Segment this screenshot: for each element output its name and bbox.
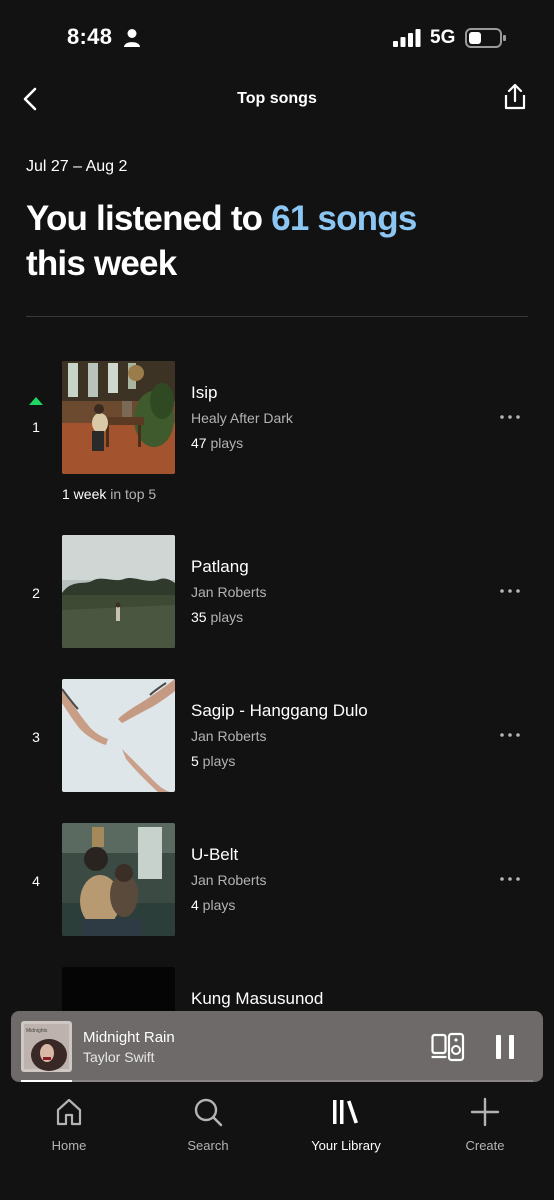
song-plays: 47 plays: [191, 435, 243, 451]
headline-prefix: You listened to: [26, 199, 272, 238]
train-couple-photo: [62, 823, 175, 936]
now-playing-title: Midnight Rain: [83, 1029, 175, 1046]
song-row[interactable]: 2 Patlang Jan Roberts 35 plays: [0, 535, 554, 651]
now-playing-bar[interactable]: Midnights Midnight Rain Taylor Swift: [11, 1011, 543, 1082]
song-rank: 3: [32, 729, 40, 745]
nav-home[interactable]: Home: [14, 1096, 124, 1170]
song-title: U-Belt: [191, 845, 239, 864]
weeks-count: 1 week: [62, 486, 107, 502]
song-artist: Jan Roberts: [191, 872, 267, 888]
status-time: 8:48: [67, 24, 113, 49]
plus-icon: [470, 1097, 500, 1127]
more-options-icon[interactable]: [498, 585, 522, 597]
play-count: 47: [191, 435, 207, 451]
song-plays: 35 plays: [191, 609, 243, 625]
share-button[interactable]: [502, 82, 528, 112]
grass-field-photo: [62, 535, 175, 648]
search-icon: [194, 1098, 223, 1127]
page-title: Top songs: [237, 90, 317, 107]
song-plays: 4 plays: [191, 897, 235, 913]
song-rank: 2: [32, 585, 40, 601]
person-icon: [124, 29, 140, 47]
nav-label: Home: [51, 1138, 87, 1153]
nav-label: Search: [187, 1138, 229, 1153]
plays-label: plays: [206, 435, 244, 451]
song-title: Patlang: [191, 557, 249, 576]
headline-song-count: 61 songs: [271, 199, 417, 238]
song-title: Kung Masusunod: [191, 989, 324, 1008]
bottom-nav: Home Search Your Library Create: [0, 1082, 554, 1200]
nav-label: Create: [465, 1138, 505, 1153]
nav-create[interactable]: Create: [430, 1096, 540, 1170]
song-row[interactable]: 3 Sagip - Hanggang Dulo Jan Roberts 5 pl…: [0, 679, 554, 795]
song-title: Isip: [191, 383, 218, 402]
pause-icon[interactable]: [491, 1032, 519, 1062]
song-rank: 1: [32, 419, 40, 435]
song-row[interactable]: 1 Isip Healy After Dark 47 plays: [0, 361, 554, 477]
headline: You listened to 61 songs this week: [26, 196, 546, 286]
signal-icon: [393, 29, 421, 47]
cafe-interior-photo: [62, 361, 175, 474]
more-options-icon[interactable]: [498, 729, 522, 741]
more-options-icon[interactable]: [498, 411, 522, 423]
status-bar: 8:48 5G: [0, 0, 554, 72]
network-label: 5G: [430, 27, 456, 48]
song-artist: Jan Roberts: [191, 728, 267, 744]
song-rank: 4: [32, 873, 40, 889]
divider: [26, 316, 528, 317]
now-playing-artist: Taylor Swift: [83, 1049, 155, 1065]
connect-device-icon[interactable]: [431, 1032, 465, 1062]
header: Top songs: [0, 72, 554, 128]
plays-label: plays: [198, 753, 236, 769]
reaching-hands-photo: [62, 679, 175, 792]
library-icon: [333, 1100, 358, 1124]
plays-label: plays: [206, 609, 244, 625]
song-title: Sagip - Hanggang Dulo: [191, 701, 368, 720]
battery-icon: [465, 28, 506, 48]
album-art-label: Midnights: [26, 1028, 48, 1034]
song-row[interactable]: 4 U-Belt Jan Roberts 4 plays: [0, 823, 554, 939]
more-options-icon[interactable]: [498, 873, 522, 885]
song-artist: Healy After Dark: [191, 410, 293, 426]
song-artist: Jan Roberts: [191, 584, 267, 600]
play-count: 5: [191, 753, 199, 769]
weeks-label: in top 5: [106, 486, 157, 502]
play-count: 4: [191, 897, 199, 913]
album-art: Midnights: [21, 1021, 72, 1072]
rank-up-icon: [29, 397, 43, 405]
headline-suffix: this week: [26, 244, 177, 283]
home-icon: [56, 1098, 82, 1126]
play-count: 35: [191, 609, 207, 625]
weeks-in-top-note: 1 week in top 5: [62, 486, 156, 502]
plays-label: plays: [198, 897, 236, 913]
nav-search[interactable]: Search: [153, 1096, 263, 1170]
song-plays: 5 plays: [191, 753, 235, 769]
date-range: Jul 27 – Aug 2: [26, 158, 128, 175]
nav-label: Your Library: [311, 1138, 381, 1153]
nav-your-library[interactable]: Your Library: [291, 1096, 401, 1170]
